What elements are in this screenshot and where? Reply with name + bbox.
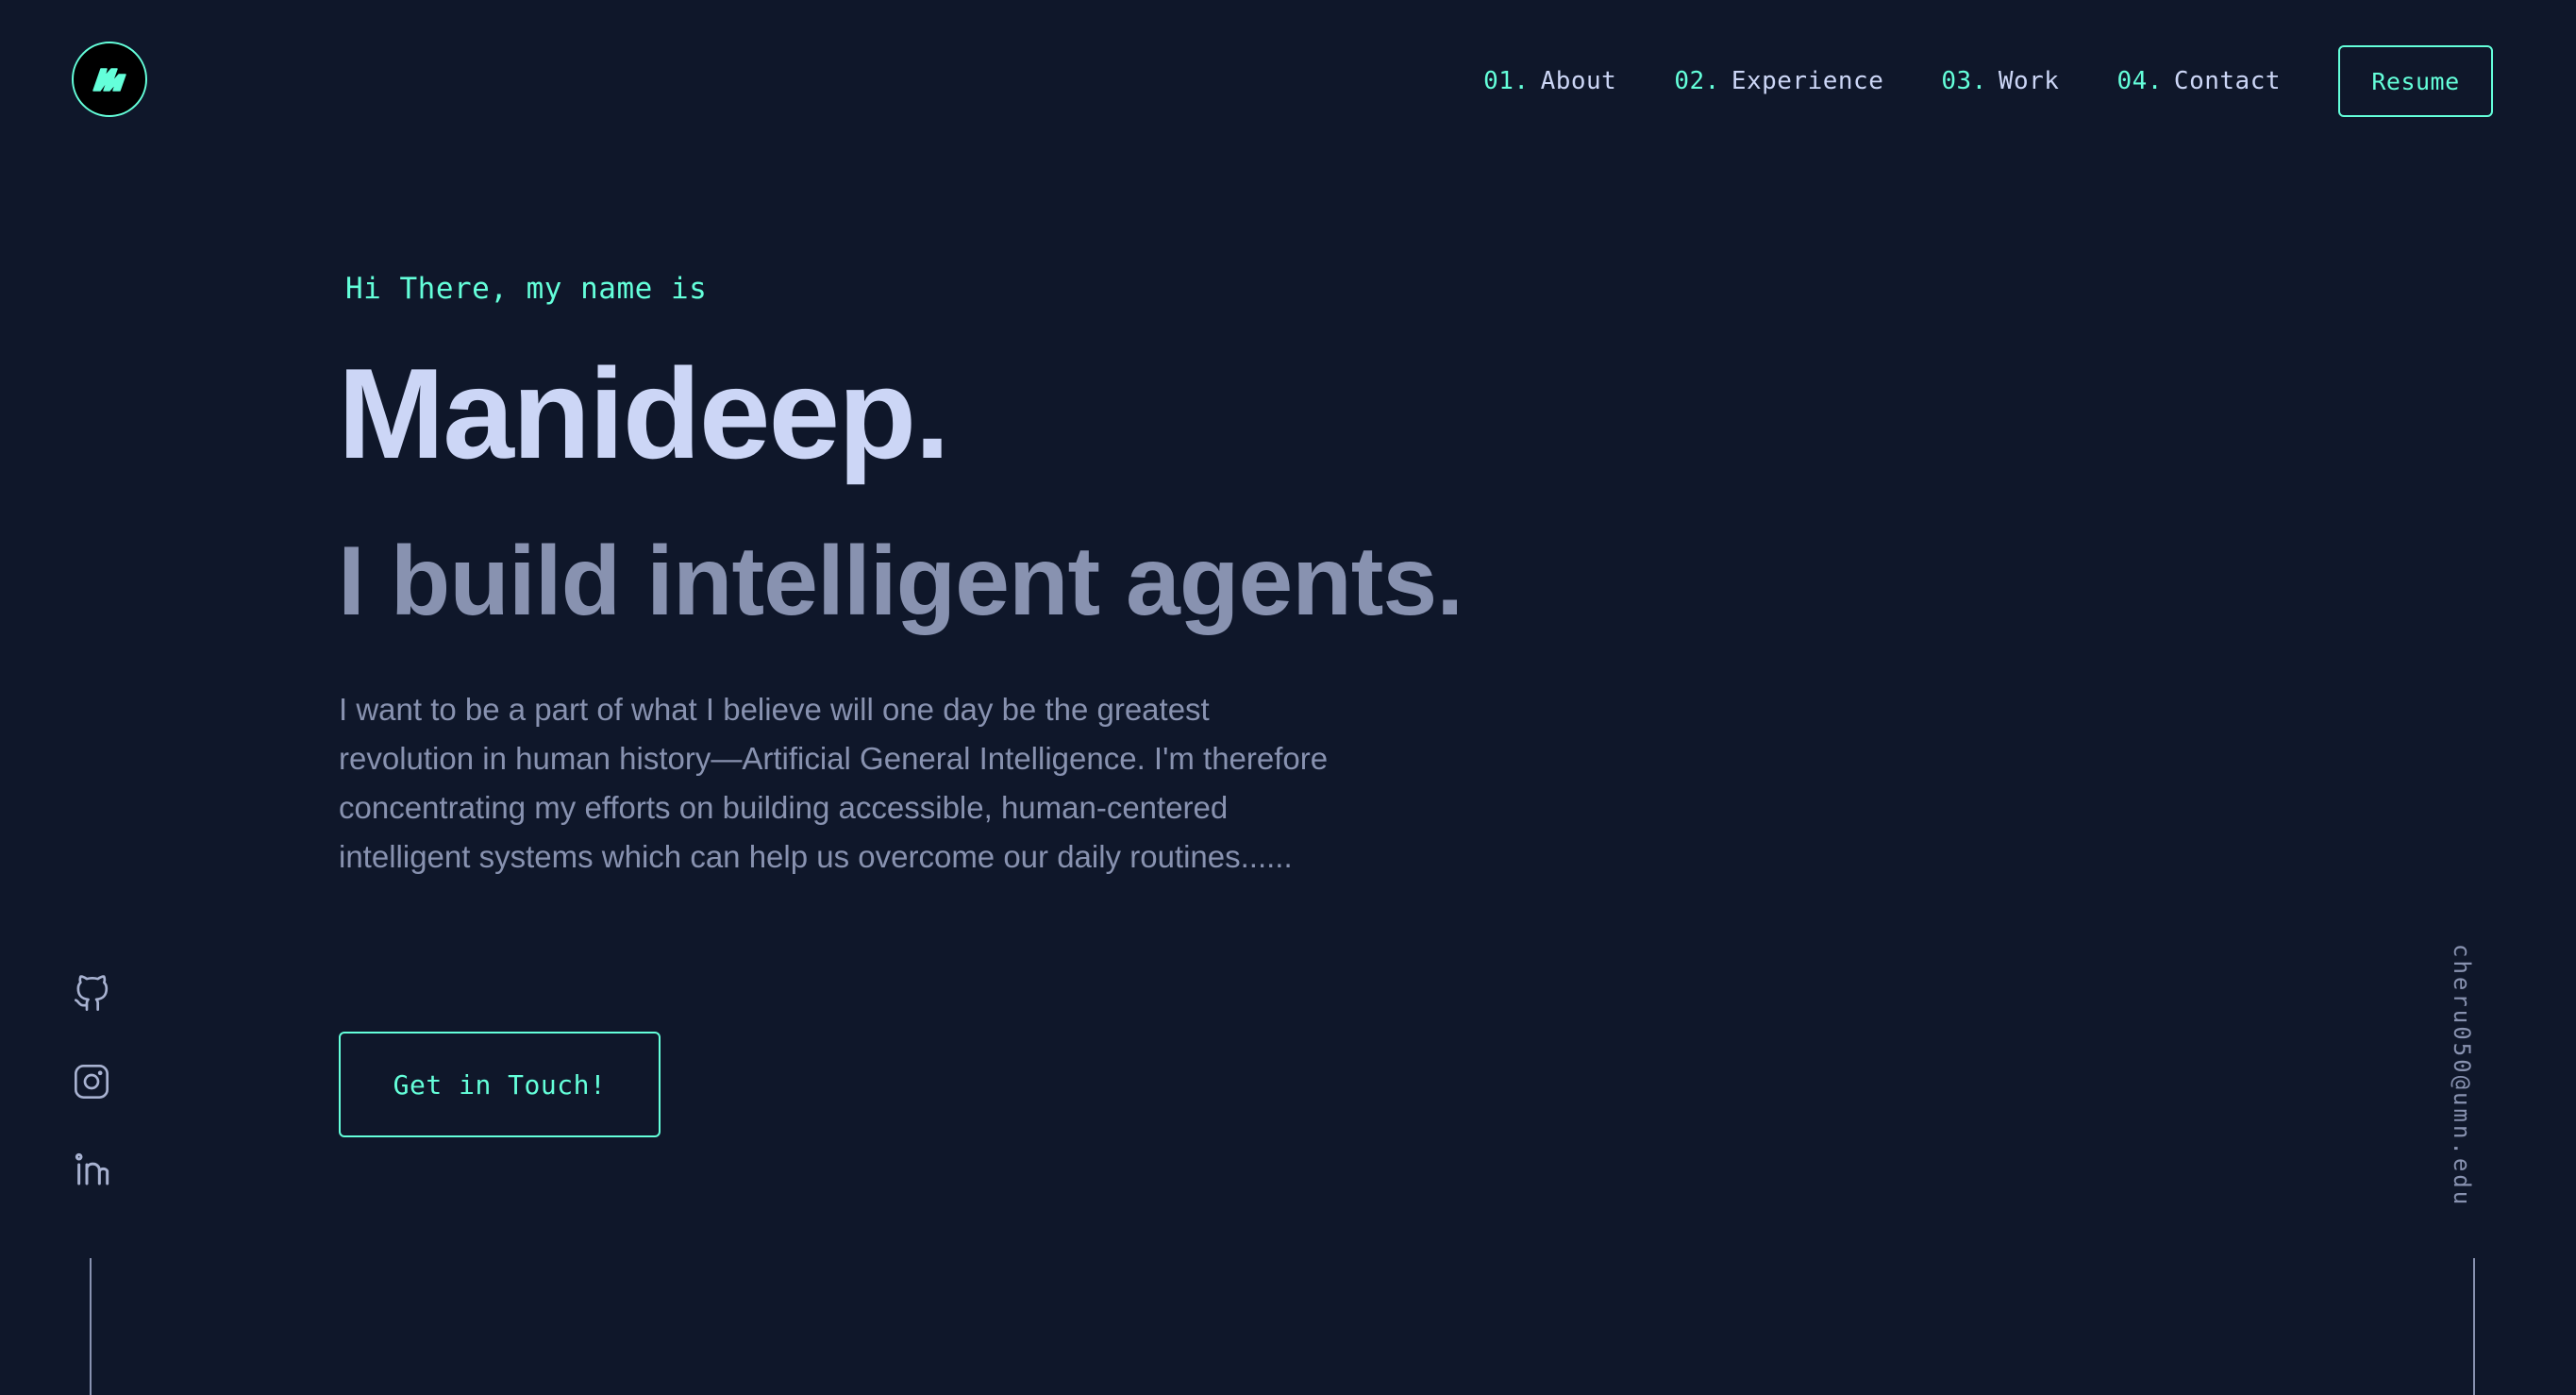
nav-item-contact[interactable]: 04. Contact xyxy=(2116,67,2281,95)
main-nav: 01. About 02. Experience 03. Work 04. Co… xyxy=(1483,45,2493,117)
nav-label: Experience xyxy=(1731,67,1884,95)
nav-label: Contact xyxy=(2173,67,2281,95)
linkedin-icon xyxy=(75,1152,109,1185)
nav-item-about[interactable]: 01. About xyxy=(1483,67,1616,95)
get-in-touch-button[interactable]: Get in Touch! xyxy=(339,1032,661,1137)
nav-number: 03. xyxy=(1941,67,1987,95)
hero-greeting: Hi There, my name is xyxy=(345,272,708,306)
social-links xyxy=(70,972,113,1235)
right-rail-line xyxy=(2473,1258,2475,1395)
nav-number: 01. xyxy=(1483,67,1530,95)
github-link[interactable] xyxy=(70,972,113,1016)
nav-label: Work xyxy=(1998,67,2060,95)
hero-bio: I want to be a part of what I believe wi… xyxy=(339,692,1329,874)
resume-button[interactable]: Resume xyxy=(2338,45,2493,117)
nav-number: 04. xyxy=(2116,67,2163,95)
hero-tagline: I build intelligent agents. xyxy=(338,527,1464,636)
logo[interactable] xyxy=(72,42,147,117)
nav-label: About xyxy=(1540,67,1617,95)
github-icon xyxy=(75,975,109,1011)
linkedin-link[interactable] xyxy=(70,1148,113,1191)
nav-item-work[interactable]: 03. Work xyxy=(1941,67,2059,95)
left-rail-line xyxy=(90,1258,92,1395)
nav-number: 02. xyxy=(1674,67,1720,95)
monogram-m-logo-icon xyxy=(92,68,126,92)
instagram-link[interactable] xyxy=(70,1060,113,1103)
instagram-icon xyxy=(75,1065,109,1099)
email-link[interactable]: cheru050@umn.edu xyxy=(2449,944,2475,1207)
hero-name: Manideep. xyxy=(338,342,950,485)
nav-item-experience[interactable]: 02. Experience xyxy=(1674,67,1883,95)
